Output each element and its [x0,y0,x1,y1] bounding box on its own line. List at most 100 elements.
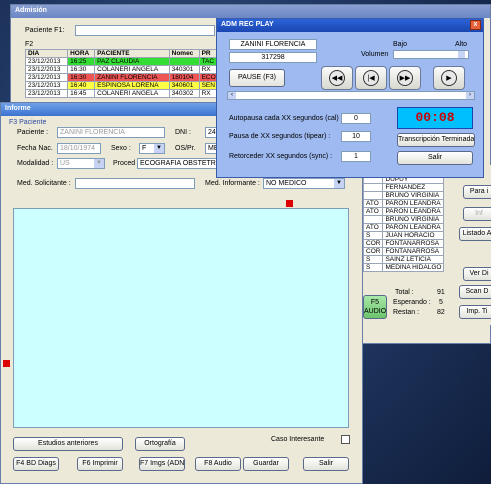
col-paciente[interactable]: PACIENTE [94,49,170,58]
side-button-inf[interactable]: Inf [463,207,491,221]
player-patient-name: ZANINI FLORENCIA [229,39,317,50]
side-button-imp[interactable]: Imp. Ti [459,305,491,319]
table-row[interactable]: 23/12/2013 16:40 ESPINOSA LORENA 340601 SEN [24,81,222,90]
close-icon[interactable]: x [470,20,481,30]
table-row[interactable]: 23/12/2013 16:30 ZANINI FLORENCIA 180104 ECO [24,73,222,82]
list-item[interactable]: FERNANDEZ [362,183,445,192]
player-salir-button[interactable]: Salir [397,151,473,165]
side-button-ver[interactable]: Ver Di [463,267,491,281]
col-nomec[interactable]: Nomec [168,49,200,58]
caso-interesante-label: Caso Interesante [271,436,325,443]
ortografia-button[interactable]: Ortografía [135,437,185,451]
list-item[interactable]: S JUAN HORACIO [362,231,445,240]
proced-input[interactable]: ECOGRAFIA OBSTETRIC [137,158,219,169]
seek-scrollbar[interactable]: ‹ › [227,91,475,100]
list-cell-a [362,215,384,224]
f3-paciente-label: F3 Paciente [9,119,47,126]
fecha-nac-input[interactable]: 18/10/1974 [57,143,101,154]
table-row[interactable]: 23/12/2013 16:30 COLANERI ANGELA 340301 RX [24,65,222,74]
list-cell-b: SAINZ LETICIA [382,255,445,264]
volume-bajo-label: Bajo [393,41,408,48]
volume-label: Volumen [361,51,389,58]
list-item[interactable]: ATO PARON LEANDRA [362,207,445,216]
fast-forward-icon: ▶▶ [397,70,413,86]
col-dia[interactable]: DIA [24,49,69,58]
list-item[interactable]: S MEDINA HIDALGO [362,263,445,272]
admision-right-list[interactable]: DUPUY FERNANDEZ BRUNO VIRGINIA ATO PARON LEA… [362,175,445,272]
guardar-button[interactable]: Guardar [243,457,289,471]
rewind-button[interactable]: ◀◀ [321,66,353,90]
scroll-right-icon[interactable]: › [466,92,474,99]
list-item[interactable]: ATO PARON LEANDRA [362,223,445,232]
report-text-area[interactable] [13,208,349,428]
list-item[interactable]: COR FONTANARROSA [362,239,445,248]
informe-title: Informe [5,105,31,112]
autopausa-input[interactable]: 0 [341,113,371,124]
f6-imprimir-button[interactable]: F6 Imprimir [77,457,123,471]
previous-button[interactable]: |◀ [355,66,387,90]
table-cell-dia: 23/12/2013 [24,57,69,66]
admision-paciente-input[interactable] [75,25,215,36]
list-item[interactable]: BRUNO VIRGINIA [362,191,445,200]
pause-button[interactable]: PAUSE (F3) [229,69,285,87]
list-item[interactable]: ATO PARON LEANDRA [362,199,445,208]
salir-button[interactable]: Salir [303,457,349,471]
f7-imgs-button[interactable]: F7 Imgs (ADNI) [139,457,185,471]
admision-f2-label: F2 [25,41,34,48]
pausa-input[interactable]: 10 [341,131,371,142]
sexo-select[interactable]: F ▼ [139,143,165,154]
table-cell-paciente: COLANERI ANGELA [94,89,170,98]
transcripcion-terminada-button[interactable]: Transcripción Terminada [397,133,475,147]
med-informante-dropdown-icon[interactable]: ▼ [334,179,344,188]
list-item[interactable]: S SAINZ LETICIA [362,255,445,264]
table-cell-paciente: PAZ CLAUDIA [94,57,170,66]
timer-display: 00:08 [397,107,473,129]
player-patient-id: 317298 [229,52,317,63]
informe-paciente-input[interactable]: ZANINI FLORENCIA [57,127,165,138]
table-row[interactable]: 23/12/2013 16:45 COLANERI ANGELA 340302 RX [24,89,222,98]
modalidad-select[interactable]: US ▼ [57,158,105,169]
table-cell-nomec [168,57,200,66]
esperando-label: Esperando : [393,299,431,306]
list-cell-a: S [362,255,384,264]
med-informante-select[interactable]: NO MEDICO ▼ [263,178,345,189]
side-button-para[interactable]: Para i [463,185,491,199]
play-button[interactable]: ▶ [433,66,465,90]
volume-slider-thumb[interactable] [458,51,465,58]
list-cell-a: COR [362,239,384,248]
med-solicitante-input[interactable] [75,178,195,189]
table-row[interactable]: 23/12/2013 16:25 PAZ CLAUDIA TAC [24,57,222,66]
list-cell-a: ATO [362,223,384,232]
col-hora[interactable]: HORA [67,49,96,58]
scroll-left-icon[interactable]: ‹ [228,92,236,99]
table-cell-nomec: 340302 [168,89,200,98]
estudios-anteriores-button[interactable]: Estudios anteriores [13,437,123,451]
table-cell-paciente: ESPINOSA LORENA [94,81,170,90]
retroceder-input[interactable]: 1 [341,151,371,162]
side-button-listado[interactable]: Listado A [459,227,491,241]
admision-table-header: DIA HORA PACIENTE Nomec PR [24,49,222,58]
f8-audio-button[interactable]: F8 Audio [195,457,241,471]
sexo-dropdown-icon[interactable]: ▼ [154,144,164,153]
table-cell-hora: 16:40 [67,81,96,90]
f4-bd-diags-button[interactable]: F4 BD Diags [13,457,59,471]
list-item[interactable]: COR FONTANARROSA [362,247,445,256]
restan-label: Restan : [393,309,420,316]
pausa-label: Pausa de XX segundos (tipear) : [229,133,331,140]
admision-titlebar: Admisión [11,5,490,18]
total-label: Total : [395,289,414,296]
table-cell-nomec: 340301 [168,65,200,74]
list-cell-a: COR [362,247,384,256]
list-cell-b: MEDINA HIDALGO [382,263,445,272]
modalidad-dropdown-icon[interactable]: ▼ [94,159,104,168]
admision-title: Admisión [15,7,47,14]
forward-button[interactable]: ▶▶ [389,66,421,90]
caso-interesante-checkbox[interactable] [341,435,350,444]
admision-table[interactable]: DIA HORA PACIENTE Nomec PR 23/12/2013 16:… [24,49,222,98]
side-button-scan[interactable]: Scan D [459,285,491,299]
sexo-label: Sexo : [111,145,131,152]
table-cell-hora: 16:45 [67,89,96,98]
list-item[interactable]: BRUNO VIRGINIA [362,215,445,224]
volume-slider[interactable] [393,50,469,59]
f5-audio-button[interactable]: F5 AUDIO [363,295,387,319]
